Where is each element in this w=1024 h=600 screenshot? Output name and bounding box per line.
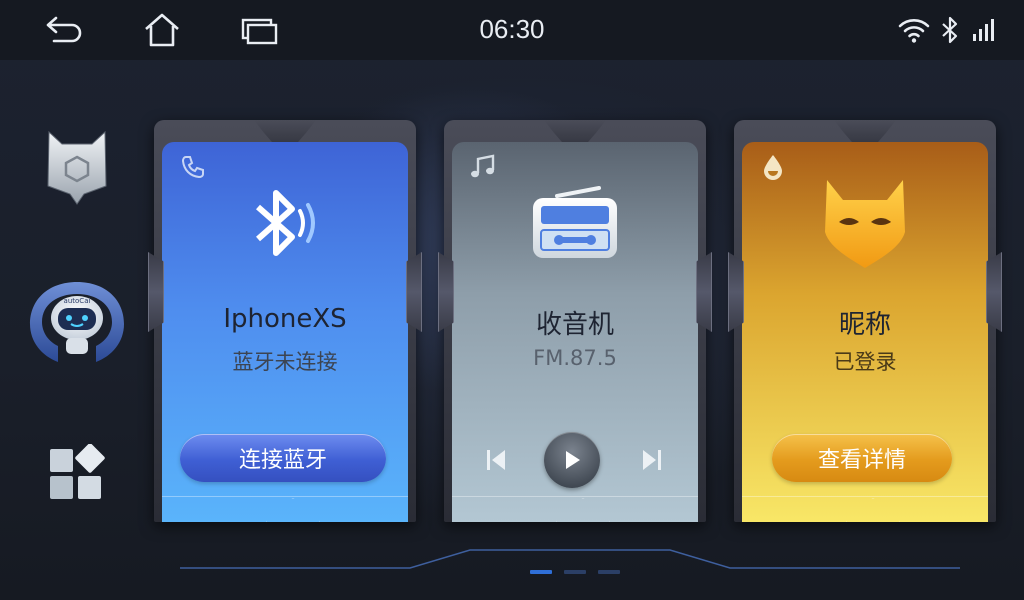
bluetooth-icon (154, 174, 416, 274)
bluetooth-card[interactable]: IphoneXS 蓝牙未连接 连接蓝牙 (148, 120, 422, 522)
radio-icon (444, 174, 706, 274)
page-indicator-3[interactable] (598, 570, 620, 574)
previous-icon[interactable] (482, 432, 510, 488)
radio-title: 收音机 (535, 310, 614, 340)
nickname: 昵称 (838, 310, 891, 340)
robot-brand-label: autoCai (64, 297, 91, 305)
hexagon-shield-icon[interactable] (44, 130, 110, 206)
login-status: 已登录 (833, 350, 897, 374)
device-name: IphoneXS (223, 304, 347, 334)
signal-icon (964, 12, 1004, 48)
play-icon (566, 451, 580, 469)
bat-mask-icon (734, 174, 996, 274)
connect-bluetooth-button[interactable]: 连接蓝牙 (180, 434, 386, 482)
view-details-button[interactable]: 查看详情 (772, 434, 952, 482)
page-indicator-1[interactable] (530, 570, 552, 574)
apps-grid-icon[interactable] (48, 444, 106, 502)
home-icon[interactable] (142, 12, 182, 48)
account-card[interactable]: 昵称 已登录 查看详情 (728, 120, 1002, 522)
bluetooth-status: 蓝牙未连接 (232, 350, 338, 374)
radio-frequency: FM.87.5 (533, 346, 617, 370)
radio-card[interactable]: 收音机 FM.87.5 (438, 120, 712, 522)
recent-apps-icon[interactable] (240, 12, 280, 48)
back-icon[interactable] (44, 12, 84, 48)
robot-assistant-icon[interactable]: autoCai (28, 276, 126, 366)
status-bar: 06:30 (0, 0, 1024, 60)
page-indicator-2[interactable] (564, 570, 586, 574)
play-button[interactable] (544, 432, 600, 488)
status-time: 06:30 (479, 14, 545, 44)
wifi-icon (894, 12, 934, 48)
next-icon[interactable] (638, 432, 666, 488)
